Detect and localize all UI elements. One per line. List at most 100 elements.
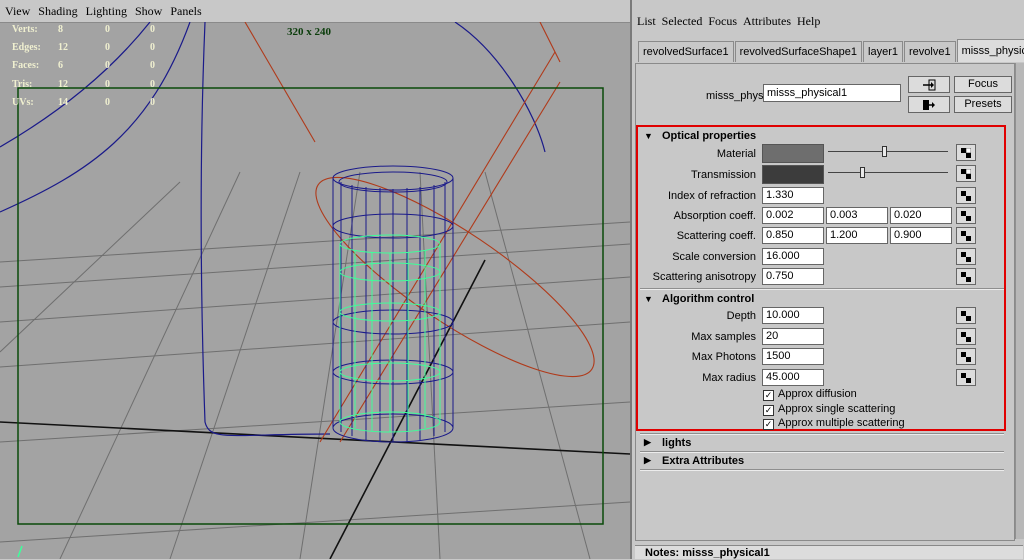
- node-tabs: revolvedSurface1 revolvedSurfaceShape1 l…: [638, 39, 1024, 63]
- max-radius-map-button[interactable]: [956, 369, 976, 386]
- attribute-editor-scrollbar[interactable]: [1015, 63, 1024, 539]
- hud-verts-value3: 0: [150, 24, 155, 35]
- depth-field[interactable]: 10.000: [762, 307, 824, 324]
- scattering-label: Scattering coeff.: [676, 230, 756, 242]
- ior-field[interactable]: 1.330: [762, 187, 824, 204]
- hud-verts-label: Verts:: [12, 24, 38, 35]
- transmission-label: Transmission: [691, 169, 756, 181]
- checker-map-icon: [961, 310, 971, 321]
- material-map-button[interactable]: [956, 144, 976, 161]
- absorption-g-field[interactable]: 0.003: [826, 207, 888, 224]
- section-title: Algorithm control: [662, 292, 755, 305]
- transmission-slider-handle[interactable]: [860, 167, 866, 178]
- transmission-color-swatch[interactable]: [762, 165, 824, 184]
- hud-faces-value3: 0: [150, 60, 155, 71]
- menu-help[interactable]: Help: [797, 14, 820, 29]
- menu-panels[interactable]: Panels: [170, 4, 201, 19]
- presets-button[interactable]: Presets: [954, 96, 1012, 113]
- selected-inner-mesh: [339, 234, 441, 433]
- max-photons-map-button[interactable]: [956, 348, 976, 365]
- menu-list[interactable]: List: [637, 14, 656, 29]
- checker-map-icon: [961, 271, 971, 282]
- material-slider[interactable]: [828, 151, 948, 152]
- notes-bar[interactable]: Notes: misss_physical1: [635, 545, 1023, 559]
- material-color-swatch[interactable]: [762, 144, 824, 163]
- ior-label: Index of refraction: [667, 190, 756, 202]
- menu-selected[interactable]: Selected: [662, 14, 703, 29]
- hud-faces-label: Faces:: [12, 60, 40, 71]
- absorption-r-field[interactable]: 0.002: [762, 207, 824, 224]
- scene-canvas[interactable]: [0, 22, 630, 559]
- transmission-slider[interactable]: [828, 172, 948, 173]
- checker-map-icon: [961, 331, 971, 342]
- hud-uvs-value3: 0: [150, 97, 155, 108]
- menu-shading[interactable]: Shading: [38, 4, 77, 19]
- depth-map-button[interactable]: [956, 307, 976, 324]
- resolution-readout: 320 x 240: [287, 26, 331, 38]
- select-output-button[interactable]: [908, 96, 950, 113]
- section-title: Optical properties: [662, 129, 757, 142]
- attribute-editor: List Selected Focus Attributes Help revo…: [630, 0, 1024, 559]
- section-optical-properties[interactable]: ▼ Optical properties: [640, 127, 1004, 144]
- absorption-label: Absorption coeff.: [673, 210, 756, 222]
- menu-show[interactable]: Show: [135, 4, 162, 19]
- viewport-menubar: View Shading Lighting Show Panels: [0, 0, 630, 23]
- menu-attributes[interactable]: Attributes: [743, 14, 791, 29]
- scale-conversion-field[interactable]: 16.000: [762, 248, 824, 265]
- scattering-map-button[interactable]: [956, 227, 976, 244]
- material-slider-handle[interactable]: [882, 146, 887, 157]
- menu-view[interactable]: View: [5, 4, 30, 19]
- scale-map-button[interactable]: [956, 248, 976, 265]
- anisotropy-label: Scattering anisotropy: [652, 271, 756, 283]
- max-photons-label: Max Photons: [691, 351, 756, 363]
- tab-misss-physical[interactable]: misss_physical1: [956, 39, 1024, 62]
- tab-revolved-surface-shape[interactable]: revolvedSurfaceShape1: [734, 41, 863, 62]
- menu-lighting[interactable]: Lighting: [86, 4, 127, 19]
- max-radius-field[interactable]: 45.000: [762, 369, 824, 386]
- hud-edges-label: Edges:: [12, 42, 41, 53]
- max-radius-label: Max radius: [702, 372, 756, 384]
- collapse-triangle-icon: ▼: [644, 130, 653, 141]
- output-connection-icon: [923, 99, 935, 110]
- transmission-map-button[interactable]: [956, 165, 976, 182]
- world-axes: [0, 259, 630, 559]
- section-extra-attributes[interactable]: ▶ Extra Attributes: [640, 452, 1004, 469]
- scattering-b-field[interactable]: 0.900: [890, 227, 952, 244]
- section-lights[interactable]: ▶ lights: [640, 434, 1004, 451]
- collapse-triangle-icon: ▼: [644, 293, 653, 304]
- scattering-r-field[interactable]: 0.850: [762, 227, 824, 244]
- max-photons-field[interactable]: 1500: [762, 348, 824, 365]
- approx-single-scattering-checkbox[interactable]: ✓: [763, 405, 774, 416]
- cylinder-wireframe: [332, 165, 454, 443]
- max-samples-map-button[interactable]: [956, 328, 976, 345]
- section-title: Extra Attributes: [662, 454, 745, 467]
- max-samples-field[interactable]: 20: [762, 328, 824, 345]
- focus-button[interactable]: Focus: [954, 76, 1012, 93]
- ground-grid: [0, 171, 630, 559]
- scattering-g-field[interactable]: 1.200: [826, 227, 888, 244]
- tab-revolve[interactable]: revolve1: [904, 41, 956, 62]
- expand-triangle-icon: ▶: [644, 437, 651, 447]
- menu-focus[interactable]: Focus: [708, 14, 737, 29]
- hud-edges-value2: 0: [105, 42, 110, 53]
- node-name-field[interactable]: [763, 84, 901, 102]
- absorption-map-button[interactable]: [956, 207, 976, 224]
- tab-layer[interactable]: layer1: [863, 41, 903, 62]
- input-connection-icon: [923, 79, 936, 90]
- tab-revolved-surface[interactable]: revolvedSurface1: [638, 41, 734, 62]
- hud-tris-value: 12: [58, 79, 68, 90]
- checker-map-icon: [961, 190, 971, 201]
- section-algorithm-control[interactable]: ▼ Algorithm control: [640, 290, 1004, 307]
- checker-map-icon: [961, 230, 971, 241]
- ior-map-button[interactable]: [956, 187, 976, 204]
- checker-map-icon: [961, 351, 971, 362]
- select-input-button[interactable]: [908, 76, 950, 93]
- approx-diffusion-checkbox[interactable]: ✓: [763, 390, 774, 401]
- checker-map-icon: [961, 147, 971, 158]
- perspective-viewport[interactable]: View Shading Lighting Show Panels 320 x …: [0, 0, 630, 559]
- hud-edges-value3: 0: [150, 42, 155, 53]
- anisotropy-field[interactable]: 0.750: [762, 268, 824, 285]
- approx-multiple-scattering-checkbox[interactable]: ✓: [763, 419, 774, 430]
- anisotropy-map-button[interactable]: [956, 268, 976, 285]
- absorption-b-field[interactable]: 0.020: [890, 207, 952, 224]
